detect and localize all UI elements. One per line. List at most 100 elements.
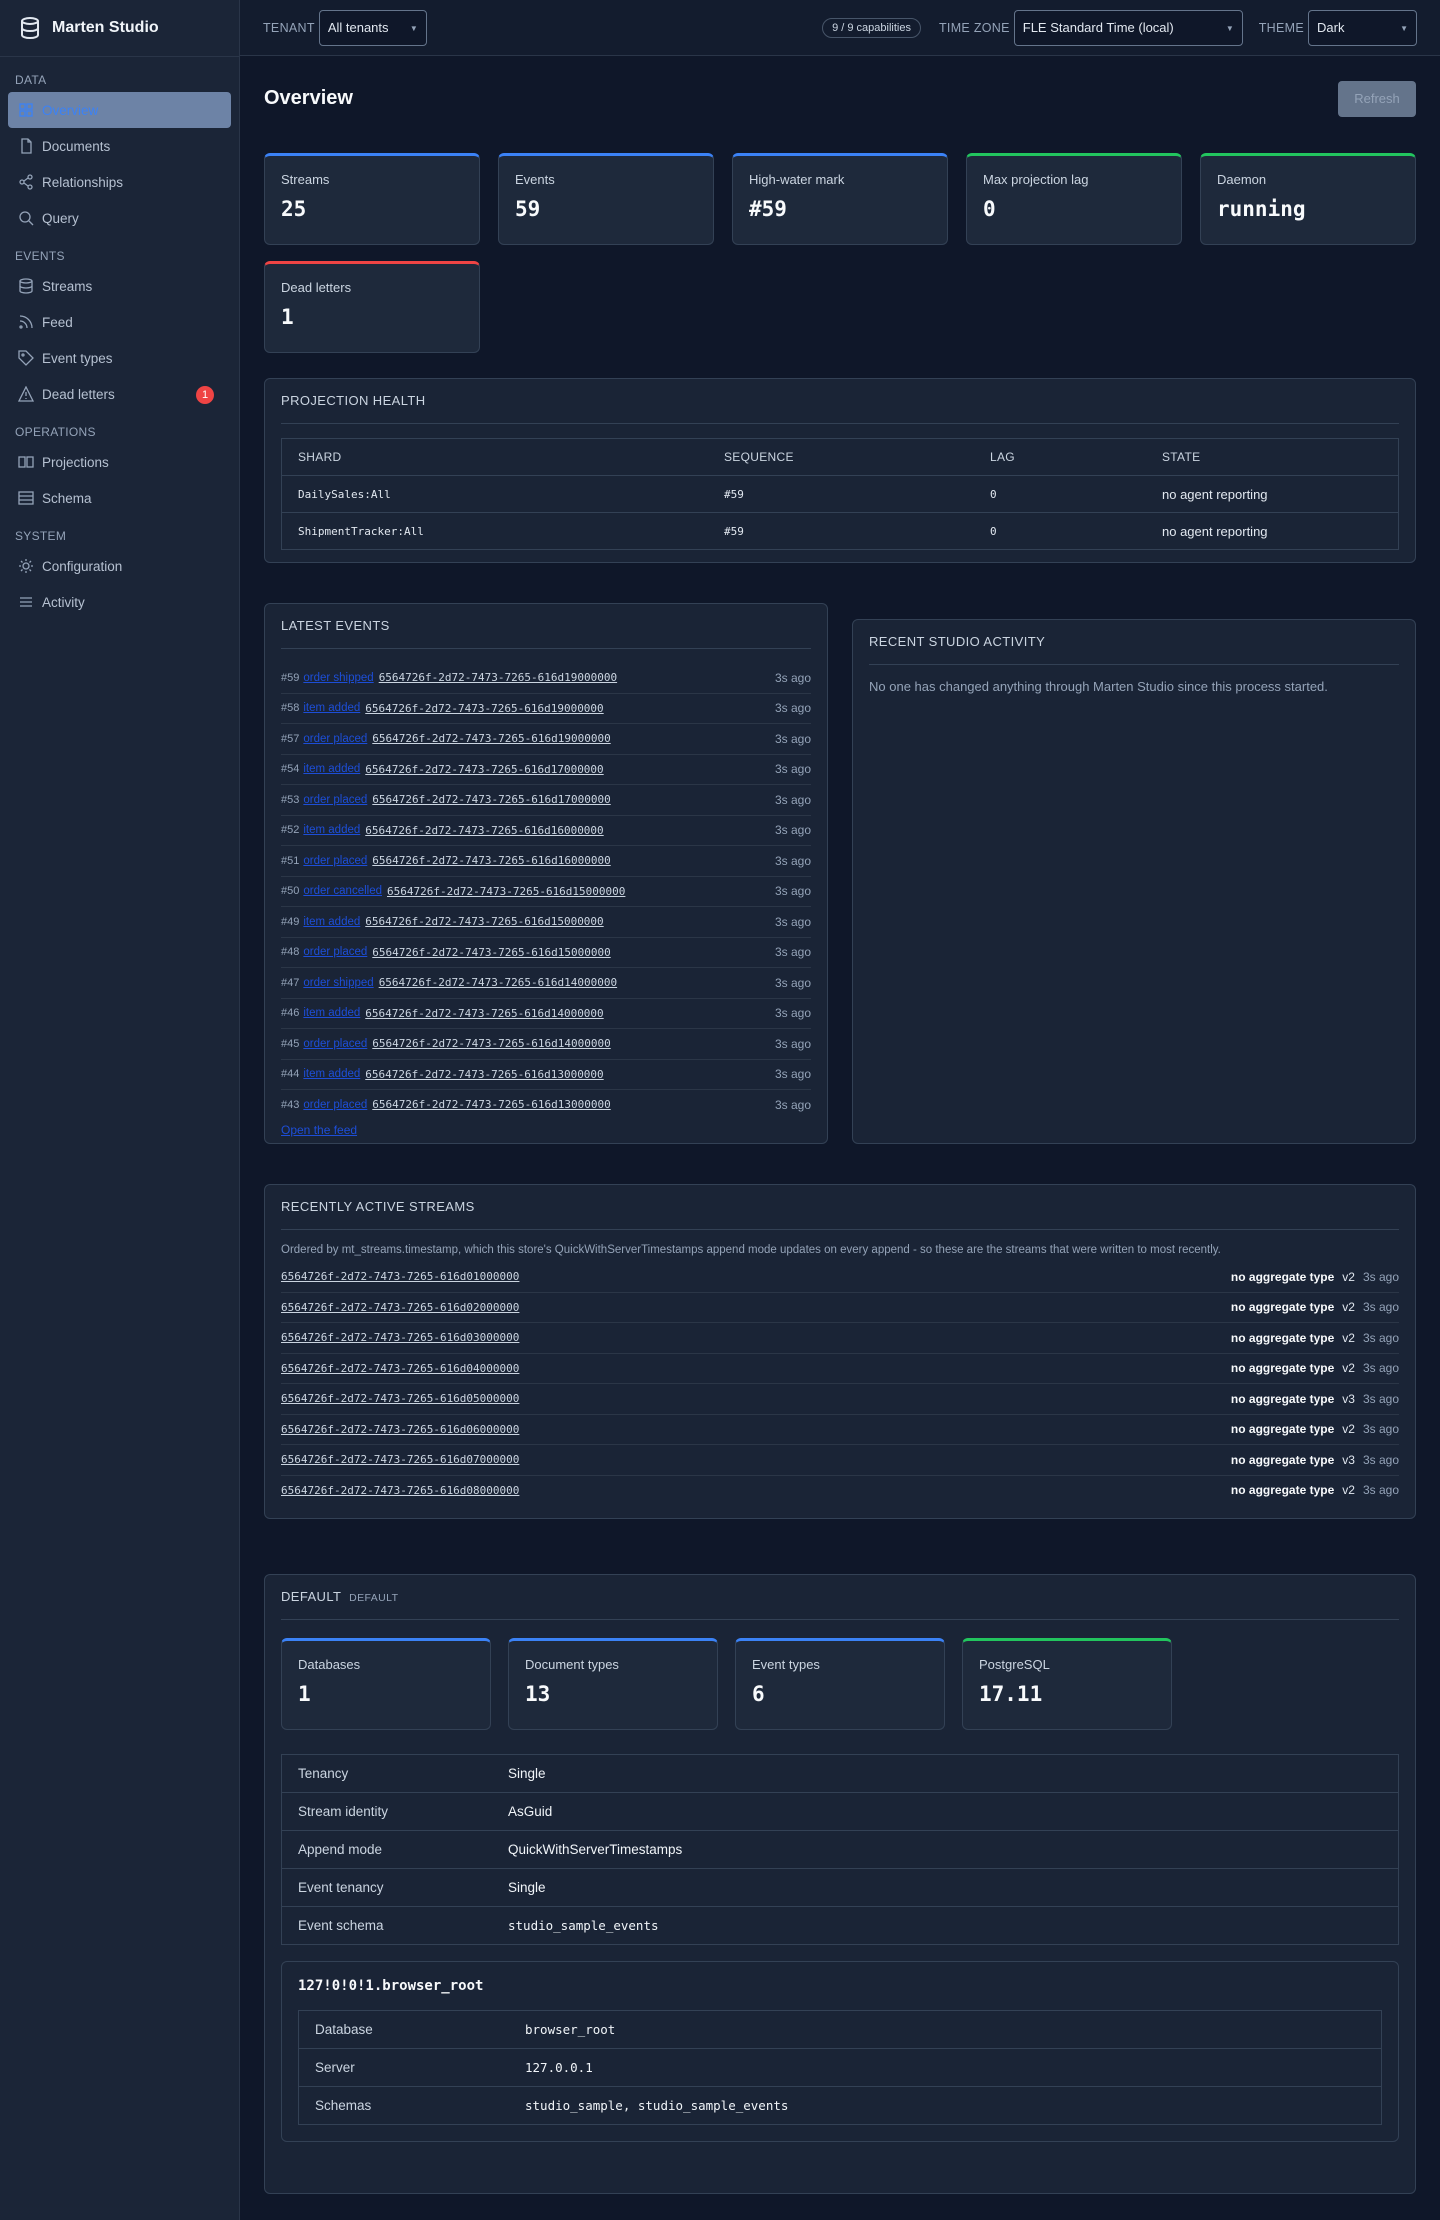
stream-id-link[interactable]: 6564726f-2d72-7473-7265-616d04000000 bbox=[281, 1362, 519, 1375]
event-type-link[interactable]: order placed bbox=[303, 1099, 367, 1111]
event-type-link[interactable]: order cancelled bbox=[303, 885, 382, 897]
sidebar-item-schema[interactable]: Schema bbox=[8, 480, 231, 516]
property-value: Single bbox=[492, 1868, 1399, 1907]
property-value: 127.0.0.1 bbox=[509, 2048, 1382, 2087]
stream-id-link[interactable]: 6564726f-2d72-7473-7265-616d02000000 bbox=[281, 1301, 519, 1314]
property-value: AsGuid bbox=[492, 1792, 1399, 1831]
projection-health-panel: PROJECTION HEALTH SHARD SEQUENCE LAG STATE … bbox=[264, 378, 1416, 563]
stream-id-link[interactable]: 6564726f-2d72-7473-7265-616d07000000 bbox=[281, 1453, 519, 1466]
sidebar-item-label: Relationships bbox=[42, 174, 124, 190]
stream-id-link[interactable]: 6564726f-2d72-7473-7265-616d16000000 bbox=[372, 854, 610, 867]
table-cell-shard: ShipmentTracker:All bbox=[281, 512, 708, 550]
event-age: 3s ago bbox=[774, 884, 811, 899]
stream-id-link[interactable]: 6564726f-2d72-7473-7265-616d06000000 bbox=[281, 1423, 519, 1436]
event-sequence: #52 bbox=[281, 824, 300, 837]
stream-age: 3s ago bbox=[1362, 1452, 1399, 1467]
sidebar-item-label: Overview bbox=[42, 102, 99, 118]
stream-id-link[interactable]: 6564726f-2d72-7473-7265-616d05000000 bbox=[281, 1392, 519, 1405]
event-sequence: #46 bbox=[281, 1007, 300, 1020]
event-type-link[interactable]: order placed bbox=[303, 1038, 367, 1050]
stream-id-link[interactable]: 6564726f-2d72-7473-7265-616d17000000 bbox=[365, 763, 603, 776]
tenant-select[interactable]: All tenants ▼ bbox=[318, 9, 427, 46]
stream-age: 3s ago bbox=[1362, 1422, 1399, 1437]
event-sequence: #43 bbox=[281, 1098, 300, 1111]
stat-value: 59 bbox=[515, 197, 541, 221]
sidebar-item-streams[interactable]: Streams bbox=[8, 268, 231, 304]
sidebar-item-label: Event types bbox=[42, 350, 113, 366]
stat-label: PostgreSQL bbox=[979, 1657, 1050, 1672]
sidebar-item-label: Activity bbox=[42, 594, 85, 610]
sidebar-item-relationships[interactable]: Relationships bbox=[8, 164, 231, 200]
event-type-link[interactable]: item added bbox=[303, 916, 360, 928]
refresh-button[interactable]: Refresh bbox=[1338, 80, 1416, 117]
theme-select[interactable]: Dark ▼ bbox=[1308, 9, 1417, 46]
sidebar-item-documents[interactable]: Documents bbox=[8, 128, 231, 164]
event-type-link[interactable]: item added bbox=[303, 763, 360, 775]
stream-id-link[interactable]: 6564726f-2d72-7473-7265-616d13000000 bbox=[372, 1098, 610, 1111]
stat-card-events: Events 59 bbox=[498, 153, 714, 245]
stream-id-link[interactable]: 6564726f-2d72-7473-7265-616d15000000 bbox=[387, 885, 625, 898]
store-tag: DEFAULT bbox=[349, 1592, 399, 1604]
event-type-link[interactable]: order shipped bbox=[303, 672, 373, 684]
stream-row: 6564726f-2d72-7473-7265-616d02000000 no a… bbox=[281, 1293, 1399, 1323]
event-type-link[interactable]: item added bbox=[303, 824, 360, 836]
stat-label: Dead letters bbox=[281, 280, 352, 295]
stream-id-link[interactable]: 6564726f-2d72-7473-7265-616d08000000 bbox=[281, 1484, 519, 1497]
sidebar-item-event-types[interactable]: Event types bbox=[8, 340, 231, 376]
event-age: 3s ago bbox=[774, 701, 811, 716]
chevron-down-icon: ▼ bbox=[409, 23, 418, 33]
columns-icon bbox=[18, 456, 34, 468]
stream-id-link[interactable]: 6564726f-2d72-7473-7265-616d19000000 bbox=[379, 671, 617, 684]
event-age: 3s ago bbox=[774, 853, 811, 868]
stream-id-link[interactable]: 6564726f-2d72-7473-7265-616d14000000 bbox=[372, 1037, 610, 1050]
stream-id-link[interactable]: 6564726f-2d72-7473-7265-616d01000000 bbox=[281, 1270, 519, 1283]
open-feed-link[interactable]: Open the feed bbox=[281, 1123, 811, 1137]
stream-id-link[interactable]: 6564726f-2d72-7473-7265-616d14000000 bbox=[379, 976, 617, 989]
share-icon bbox=[19, 174, 33, 190]
stream-version: v2 bbox=[1342, 1483, 1355, 1498]
property-value: QuickWithServerTimestamps bbox=[492, 1830, 1399, 1869]
event-row: #53 order placed 6564726f-2d72-7473-7265-6… bbox=[281, 785, 811, 816]
sidebar-item-feed[interactable]: Feed bbox=[8, 304, 231, 340]
sidebar-item-configuration[interactable]: Configuration bbox=[8, 548, 231, 584]
event-type-link[interactable]: order placed bbox=[303, 794, 367, 806]
stream-id-link[interactable]: 6564726f-2d72-7473-7265-616d19000000 bbox=[365, 702, 603, 715]
stream-id-link[interactable]: 6564726f-2d72-7473-7265-616d03000000 bbox=[281, 1331, 519, 1344]
stat-value: 17.11 bbox=[979, 1682, 1043, 1706]
stat-value: 1 bbox=[281, 305, 294, 329]
stream-id-link[interactable]: 6564726f-2d72-7473-7265-616d16000000 bbox=[365, 824, 603, 837]
brand[interactable]: Marten Studio bbox=[0, 0, 239, 57]
sidebar-item-query[interactable]: Query bbox=[8, 200, 231, 236]
stream-id-link[interactable]: 6564726f-2d72-7473-7265-616d14000000 bbox=[365, 1007, 603, 1020]
stream-id-link[interactable]: 6564726f-2d72-7473-7265-616d17000000 bbox=[372, 793, 610, 806]
property-row-server: Server 127.0.0.1 bbox=[298, 2048, 1382, 2087]
sidebar-item-projections[interactable]: Projections bbox=[8, 444, 231, 480]
sidebar-item-overview[interactable]: Overview bbox=[8, 92, 231, 128]
chevron-down-icon: ▼ bbox=[1225, 23, 1234, 33]
sidebar-item-dead-letters[interactable]: Dead letters 1 bbox=[8, 376, 231, 412]
event-type-link[interactable]: item added bbox=[303, 702, 360, 714]
sidebar-item-label: Documents bbox=[42, 138, 111, 154]
event-type-link[interactable]: order placed bbox=[303, 733, 367, 745]
tag-icon bbox=[18, 350, 34, 366]
sidebar-item-activity[interactable]: Activity bbox=[8, 584, 231, 620]
stream-version: v2 bbox=[1342, 1422, 1355, 1437]
event-type-link[interactable]: item added bbox=[303, 1068, 360, 1080]
event-sequence: #50 bbox=[281, 885, 300, 898]
timezone-select[interactable]: FLE Standard Time (local) ▼ bbox=[1013, 9, 1243, 46]
property-key: Schemas bbox=[298, 2086, 509, 2125]
event-type-link[interactable]: order placed bbox=[303, 946, 367, 958]
event-type-link[interactable]: item added bbox=[303, 1007, 360, 1019]
column-header-shard: SHARD bbox=[281, 438, 708, 476]
stream-id-link[interactable]: 6564726f-2d72-7473-7265-616d15000000 bbox=[365, 915, 603, 928]
stream-version: v2 bbox=[1342, 1361, 1355, 1376]
event-type-link[interactable]: order shipped bbox=[303, 977, 373, 989]
stat-card-event-types: Event types 6 bbox=[735, 1638, 945, 1730]
table-cell-lag: 0 bbox=[974, 512, 1146, 550]
stream-id-link[interactable]: 6564726f-2d72-7473-7265-616d19000000 bbox=[372, 732, 610, 745]
property-key: Stream identity bbox=[281, 1792, 492, 1831]
stream-id-link[interactable]: 6564726f-2d72-7473-7265-616d15000000 bbox=[372, 946, 610, 959]
column-header-sequence: SEQUENCE bbox=[708, 438, 974, 476]
stream-id-link[interactable]: 6564726f-2d72-7473-7265-616d13000000 bbox=[365, 1068, 603, 1081]
event-type-link[interactable]: order placed bbox=[303, 855, 367, 867]
